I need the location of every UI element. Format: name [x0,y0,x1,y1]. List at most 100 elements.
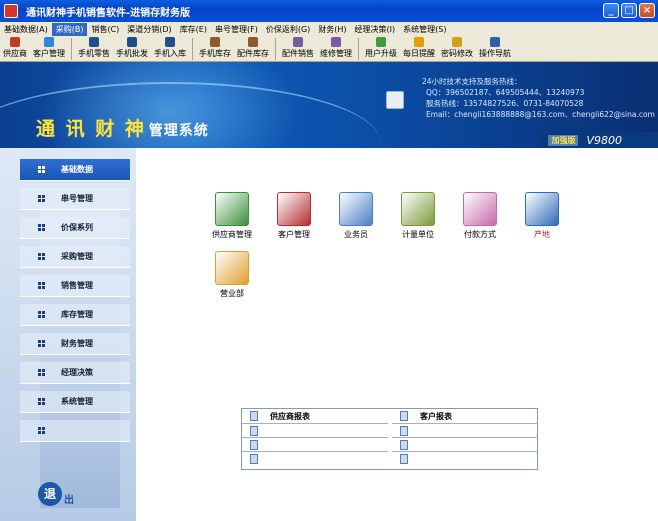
toolbar-button[interactable]: 手机批发 [113,36,151,59]
sidebar-item[interactable]: 财务管理 [20,333,130,355]
sidebar-item[interactable]: 销售管理 [20,275,130,297]
module-tile[interactable]: 营业部 [206,251,258,299]
sidebar-item-label: 串号管理 [61,194,93,203]
toolbar-separator [358,38,359,60]
module-tile-label: 客户管理 [278,230,310,239]
toolbar-button-label: 密码修改 [441,49,473,58]
phone-inbound-icon [165,37,175,47]
grid-bullet-icon [38,369,45,376]
sidebar-item[interactable]: 采购管理 [20,246,130,268]
report-doc-icon [250,439,258,450]
sidebar-item-label: 采购管理 [61,252,93,261]
menu-item[interactable]: 财务(H) [314,23,350,36]
sidebar-item-label: 经理决策 [61,368,93,377]
toolbar-button-label: 手机批发 [116,49,148,58]
toolbar-button[interactable]: 每日提醒 [400,36,438,59]
toolbar-button[interactable]: 手机零售 [75,36,113,59]
toolbar-button[interactable]: 供应商 [0,36,30,59]
module-tile-label: 计量单位 [402,230,434,239]
menu-item[interactable]: 渠道分销(D) [123,23,175,36]
sidebar-item[interactable]: 价保系列 [20,217,130,239]
toolbar-button[interactable]: 手机入库 [151,36,189,59]
menu-item[interactable]: 基础数据(A) [0,23,52,36]
minimize-button[interactable]: _ [603,3,619,18]
toolbar-button-label: 维修管理 [320,49,352,58]
module-tile[interactable]: 产地 [516,192,568,240]
exit-button[interactable]: 退 出 [38,482,74,506]
report-row[interactable] [242,437,388,451]
sidebar-item[interactable]: 库存管理 [20,304,130,326]
title-bar: 通讯财神手机销售软件-进销存财务版 _ □ × [0,0,658,22]
toolbar-button-label: 客户管理 [33,49,65,58]
toolbar-button-label: 手机入库 [154,49,186,58]
module-tile[interactable]: 付款方式 [454,192,506,240]
support-info: 24小时技术支持及服务热线： QQ：396502187、649505444、132… [422,76,655,120]
navigation-icon [490,37,500,47]
report-row[interactable] [392,423,538,437]
report-row[interactable] [242,451,388,465]
menu-item[interactable]: 价保返利(G) [262,23,314,36]
sidebar-item-label: 基础数据 [61,165,93,174]
toolbar-button[interactable]: 操作导航 [476,36,514,59]
module-tile[interactable]: 客户管理 [268,192,320,240]
toolbar-separator [71,38,72,60]
sidebar-item[interactable]: 系统管理 [20,391,130,413]
toolbar-button-label: 用户升级 [365,49,397,58]
brand-name: 通 讯 财 神 [36,118,146,140]
toolbar-button[interactable]: 用户升级 [362,36,400,59]
phone-icon [386,91,404,109]
sidebar-item[interactable]: 基础数据 [20,159,130,181]
toolbar-button-label: 供应商 [3,49,27,58]
module-tile[interactable]: 供应商管理 [206,192,258,240]
reminder-icon [414,37,424,47]
sidebar-item-label: 系统管理 [61,397,93,406]
support-line: 服务热线：13574827526、0731-84070528 [426,99,584,108]
supplier-report-title[interactable]: 供应商报表 [270,411,310,422]
sidebar-item-label: 库存管理 [61,310,93,319]
measure-unit-icon [401,192,435,226]
close-button[interactable]: × [639,3,655,18]
edition-bar: 加强版 V9800 [540,132,658,148]
maximize-button[interactable]: □ [621,3,637,18]
support-line: Email：chengli163888888@163.com、chengli62… [426,110,655,119]
module-tile[interactable]: 计量单位 [392,192,444,240]
support-line: 24小时技术支持及服务热线： [422,77,522,86]
toolbar-button[interactable]: 配件库存 [234,36,272,59]
report-doc-icon [400,411,408,421]
module-tile-label: 业务员 [344,230,368,239]
brand-subtitle: 管理系统 [148,123,209,139]
report-row[interactable] [242,423,388,437]
toolbar: 供应商 客户管理 手机零售 手机批发 手机入库 手机库存 配件库存 配件销售 维修管理 用户升级每… [0,36,658,62]
app-icon [4,4,18,18]
sidebar-item[interactable] [20,420,130,442]
toolbar-separator [275,38,276,60]
module-tile[interactable]: 业务员 [330,192,382,240]
business-dept-icon [215,251,249,285]
sidebar-item[interactable]: 串号管理 [20,188,130,210]
menu-item[interactable]: 串号管理(F) [211,23,262,36]
module-tile-label: 产地 [534,230,550,239]
toolbar-button[interactable]: 维修管理 [317,36,355,59]
toolbar-button[interactable]: 客户管理 [30,36,68,59]
report-row[interactable] [392,451,538,465]
toolbar-button[interactable]: 密码修改 [438,36,476,59]
menu-item[interactable]: 系统管理(S) [399,23,450,36]
menu-item[interactable]: 经理决策(I) [351,23,400,36]
menu-item[interactable]: 库存(E) [176,23,211,36]
menu-item[interactable]: 销售(C) [87,23,123,36]
version-label: V9800 [586,133,622,147]
phone-retail-icon [89,37,99,47]
grid-bullet-icon [38,282,45,289]
header-banner: 通 讯 财 神 管理系统 24小时技术支持及服务热线： QQ：396502187、… [0,62,658,148]
customer-reports-column: 客户报表 [392,409,538,465]
customer-report-title[interactable]: 客户报表 [420,411,452,422]
repair-icon [331,37,341,47]
toolbar-button-label: 操作导航 [479,49,511,58]
sidebar-item[interactable]: 经理决策 [20,362,130,384]
report-row[interactable] [392,437,538,451]
phone-wholesale-icon [127,37,137,47]
toolbar-button[interactable]: 配件销售 [279,36,317,59]
grid-bullet-icon [38,311,45,318]
menu-item[interactable]: 采购(B) [51,22,88,36]
toolbar-button[interactable]: 手机库存 [196,36,234,59]
